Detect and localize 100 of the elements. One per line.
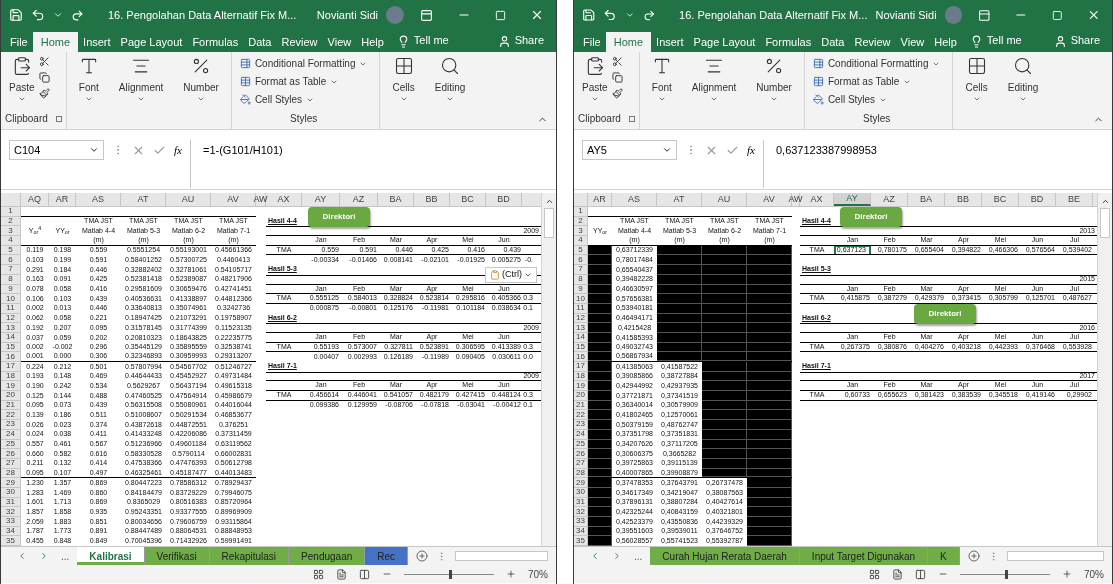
column-header[interactable]: AU: [166, 193, 211, 206]
zoom-in-icon[interactable]: [1062, 569, 1072, 580]
column-header[interactable]: AT: [657, 193, 702, 206]
alignment-button[interactable]: Alignment: [114, 52, 168, 103]
page-layout-icon[interactable]: [336, 568, 347, 580]
scrollbar-thumb[interactable]: [1100, 208, 1110, 238]
editing-button[interactable]: Editing: [1003, 52, 1043, 103]
cells-button[interactable]: Cells: [388, 52, 419, 103]
save-icon[interactable]: [582, 8, 596, 22]
launcher-icon[interactable]: [55, 115, 62, 122]
column-header[interactable]: AY: [302, 193, 340, 206]
font-button[interactable]: Font: [647, 52, 676, 103]
redo-icon[interactable]: [71, 8, 84, 22]
styles-menu-button[interactable]: Format as Table: [812, 74, 941, 89]
share-button[interactable]: Share: [514, 31, 544, 48]
ribbon-tab[interactable]: View: [895, 32, 930, 52]
previous-sheet-icon[interactable]: [590, 551, 600, 562]
zoom-slider-thumb[interactable]: [1005, 569, 1008, 579]
number-button[interactable]: Number: [179, 52, 223, 103]
ribbon-tab[interactable]: File: [578, 32, 606, 52]
ribbon-tab[interactable]: Data: [816, 32, 850, 52]
sheet-tab[interactable]: Kalibrasi: [77, 547, 145, 566]
save-icon[interactable]: [9, 8, 23, 22]
caret-icon[interactable]: [53, 10, 63, 20]
sheet-tab[interactable]: K: [928, 547, 960, 566]
copy-icon[interactable]: [38, 72, 50, 83]
column-header[interactable]: AU: [702, 193, 747, 206]
enter-icon[interactable]: [153, 144, 166, 157]
column-header[interactable]: BB: [945, 193, 982, 206]
ribbon-tab[interactable]: Home: [605, 32, 652, 52]
paste-options-button[interactable]: (Ctrl): [485, 267, 537, 283]
column-header[interactable]: AR: [49, 193, 76, 206]
column-header[interactable]: AY: [834, 193, 871, 206]
user-icon[interactable]: [1053, 35, 1067, 48]
column-header[interactable]: AS: [612, 193, 657, 206]
formula-field[interactable]: =1-(G101/H101): [189, 140, 548, 188]
zoom-in-icon[interactable]: [506, 569, 516, 580]
ribbon-tab[interactable]: View: [322, 32, 357, 52]
column-header[interactable]: AR: [588, 193, 612, 206]
column-header[interactable]: BB: [414, 193, 450, 206]
name-box[interactable]: AY5: [582, 140, 677, 160]
sheet-tab[interactable]: Pendugaan: [289, 547, 366, 566]
ribbon-tab[interactable]: Insert: [78, 32, 116, 52]
ribbon-tab[interactable]: Home: [32, 32, 79, 52]
insert-function-button[interactable]: fx: [174, 142, 182, 159]
ribbon-tab[interactable]: Help: [356, 32, 389, 52]
column-header[interactable]: AZ: [871, 193, 908, 206]
launcher-icon[interactable]: [628, 115, 635, 122]
sheet-tab[interactable]: Curah Hujan Rerata Daerah: [650, 547, 800, 566]
horizontal-scrollbar[interactable]: [1006, 551, 1104, 562]
name-box[interactable]: C104: [9, 140, 104, 160]
format-painter-icon[interactable]: [38, 88, 50, 99]
page-break-icon[interactable]: [359, 568, 370, 580]
copy-icon[interactable]: [611, 72, 623, 83]
more-sheets-button[interactable]: ...: [634, 548, 643, 564]
sheet-tab[interactable]: Rekapitulasi: [209, 547, 290, 566]
horizontal-scrollbar[interactable]: [455, 551, 548, 562]
cancel-icon[interactable]: [132, 144, 145, 157]
column-header[interactable]: AT: [121, 193, 166, 206]
user-icon[interactable]: [497, 35, 511, 48]
enter-icon[interactable]: [726, 144, 739, 157]
vertical-scrollbar[interactable]: [1097, 193, 1112, 547]
format-painter-icon[interactable]: [611, 88, 623, 99]
ribbon-tab[interactable]: Help: [929, 32, 962, 52]
caret-icon[interactable]: [624, 10, 635, 20]
paste-button[interactable]: Paste: [578, 52, 612, 103]
page-break-icon[interactable]: [915, 568, 926, 580]
editing-button[interactable]: Editing: [430, 52, 470, 103]
styles-menu-button[interactable]: Conditional Formatting: [812, 56, 941, 71]
close-icon[interactable]: [530, 8, 544, 22]
alignment-button[interactable]: Alignment: [687, 52, 741, 103]
next-sheet-icon[interactable]: [612, 551, 622, 562]
undo-icon[interactable]: [603, 8, 617, 22]
cells-button[interactable]: Cells: [961, 52, 992, 103]
ribbon-tab[interactable]: Page Layout: [688, 32, 761, 52]
column-header[interactable]: AZ: [340, 193, 378, 206]
column-header[interactable]: BC: [982, 193, 1019, 206]
previous-sheet-icon[interactable]: [17, 551, 27, 562]
ribbon-tab[interactable]: Review: [849, 32, 896, 52]
insert-function-button[interactable]: fx: [747, 142, 755, 159]
undo-icon[interactable]: [31, 8, 45, 22]
page-layout-icon[interactable]: [892, 568, 903, 580]
share-button[interactable]: Share: [1070, 31, 1100, 48]
ribbon-tab[interactable]: Formulas: [187, 32, 244, 52]
cancel-icon[interactable]: [705, 144, 718, 157]
zoom-level[interactable]: 70%: [528, 566, 548, 582]
maximize-icon[interactable]: [495, 9, 506, 21]
column-header[interactable]: BE: [1056, 193, 1093, 206]
ribbon-tab[interactable]: Review: [276, 32, 323, 52]
zoom-level[interactable]: 70%: [1084, 566, 1104, 582]
maximize-icon[interactable]: [1051, 9, 1063, 21]
styles-menu-button[interactable]: Conditional Formatting: [239, 56, 368, 71]
ribbon-tab[interactable]: Page Layout: [115, 32, 188, 52]
ribbon-tab[interactable]: Formulas: [760, 32, 817, 52]
vertical-scrollbar[interactable]: [541, 193, 556, 547]
scroll-up-icon[interactable]: [544, 197, 554, 206]
column-header[interactable]: BA: [908, 193, 945, 206]
sheet-tab[interactable]: Input Target Digunakan: [799, 547, 929, 566]
column-header[interactable]: BA: [378, 193, 414, 206]
sheet-tab[interactable]: Verifikasi: [144, 547, 210, 566]
